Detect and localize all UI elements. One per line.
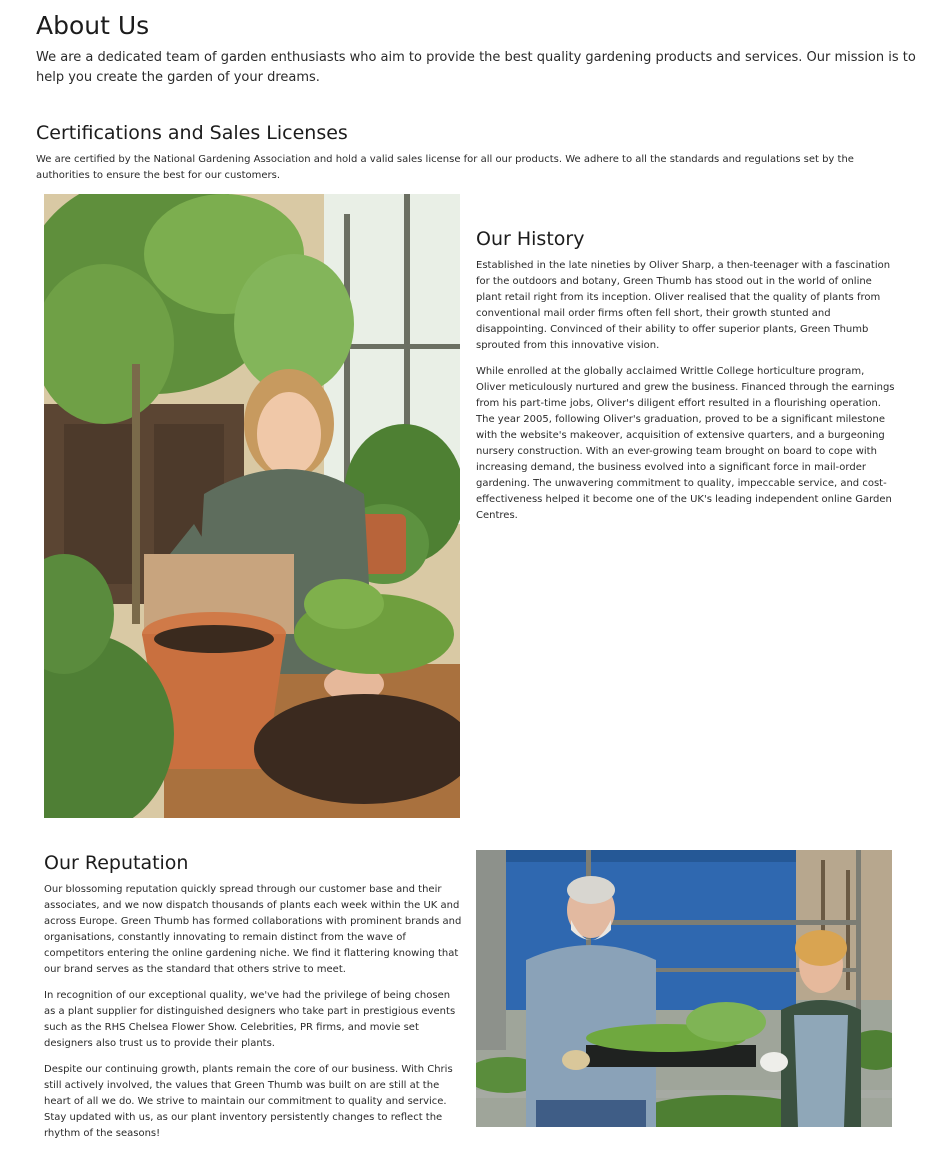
history-paragraph: Established in the late nineties by Oliv… xyxy=(476,260,891,351)
reputation-paragraph: Our blossoming reputation quickly spread… xyxy=(44,884,462,975)
reputation-title: Our Reputation xyxy=(44,852,189,874)
certifications-text: We are certified by the National Gardeni… xyxy=(36,154,854,181)
history-section: Our History Established in the late nine… xyxy=(476,226,896,534)
about-page: About Us We are a dedicated team of gard… xyxy=(0,0,933,1152)
about-title: About Us xyxy=(36,11,150,40)
reputation-photo xyxy=(476,850,892,1127)
reputation-paragraph: Despite our continuing growth, plants re… xyxy=(44,1064,453,1139)
reputation-paragraph: In recognition of our exceptional qualit… xyxy=(44,990,456,1049)
history-photo xyxy=(44,194,460,818)
history-paragraph: While enrolled at the globally acclaimed… xyxy=(476,366,895,521)
history-title: Our History xyxy=(476,228,585,250)
reputation-section: Our Reputation Our blossoming reputation… xyxy=(44,850,464,1152)
about-text: We are a dedicated team of garden enthus… xyxy=(36,50,916,85)
gardeners-holding-seedling-tray-image xyxy=(476,850,892,1127)
certifications-title: Certifications and Sales Licenses xyxy=(36,122,348,144)
woman-repotting-fern-image xyxy=(44,194,460,818)
